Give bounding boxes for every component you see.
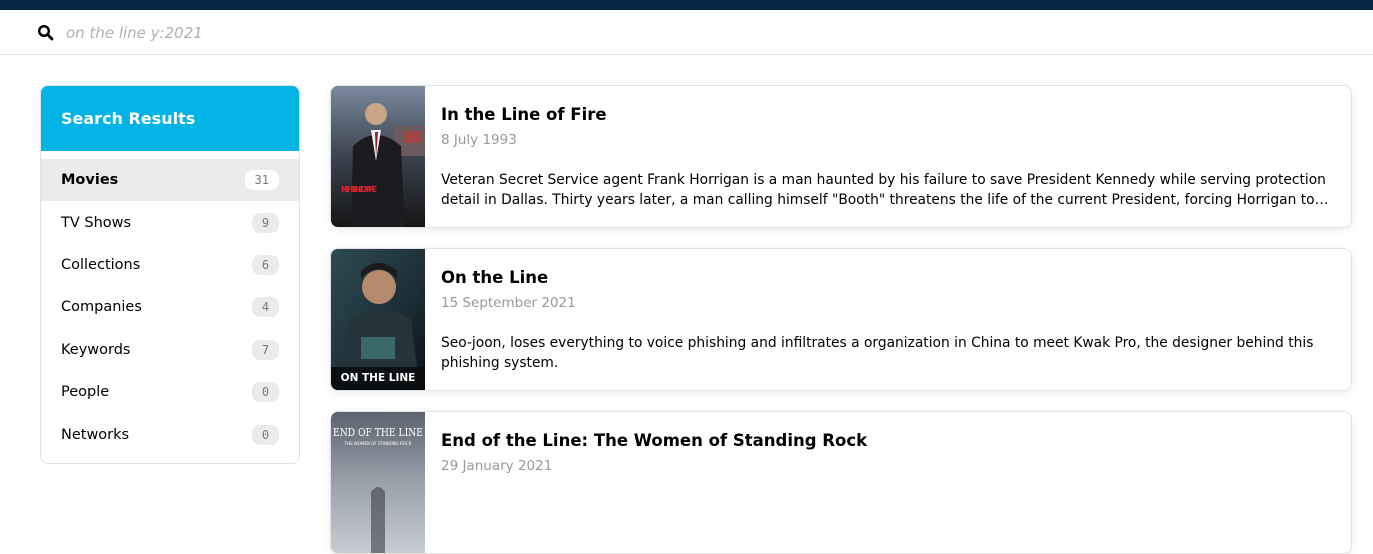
panel-title: Search Results — [41, 86, 299, 151]
sidebar-item-networks[interactable]: Networks 0 — [41, 413, 299, 455]
sidebar-item-keywords[interactable]: Keywords 7 — [41, 329, 299, 371]
count-badge: 7 — [252, 339, 279, 360]
result-release-date: 8 July 1993 — [441, 132, 517, 148]
search-icon[interactable] — [37, 24, 55, 42]
top-nav-bar — [0, 0, 1373, 10]
sidebar-item-label: Keywords — [61, 341, 131, 358]
poster-title-text: ON THE LINE — [341, 372, 416, 384]
result-release-date: 15 September 2021 — [441, 295, 576, 311]
count-badge: 0 — [252, 424, 279, 445]
poster-title-text: IN THE LINE OF FIRE — [341, 185, 377, 194]
sidebar-item-companies[interactable]: Companies 4 — [41, 286, 299, 328]
result-card: IN THE LINE OF FIRE In the Line of Fire … — [330, 85, 1352, 228]
result-card: ON THE LINE On the Line 15 September 202… — [330, 248, 1352, 391]
result-overview: Veteran Secret Service agent Frank Horri… — [441, 172, 1326, 208]
sidebar-item-label: Networks — [61, 426, 130, 443]
result-overview: Seo-joon, loses everything to voice phis… — [441, 335, 1314, 371]
poster-subtitle-text: THE WOMEN OF STANDING ROCK — [344, 441, 412, 446]
result-card: END OF THE LINE THE WOMEN OF STANDING RO… — [330, 411, 1352, 554]
search-results-panel: Search Results Movies 31 TV Shows 9 Coll… — [40, 85, 300, 464]
sidebar-item-collections[interactable]: Collections 6 — [41, 244, 299, 286]
result-title[interactable]: On the Line — [441, 268, 548, 287]
poster-image[interactable]: END OF THE LINE THE WOMEN OF STANDING RO… — [331, 412, 425, 553]
poster-image[interactable]: IN THE LINE OF FIRE — [331, 86, 425, 227]
sidebar-item-movies[interactable]: Movies 31 — [41, 159, 299, 202]
count-badge: 31 — [244, 170, 279, 191]
result-type-list: Movies 31 TV Shows 9 Collections 6 Compa… — [41, 151, 299, 456]
search-input[interactable] — [66, 20, 666, 46]
result-title[interactable]: In the Line of Fire — [441, 105, 607, 124]
sidebar-item-label: Movies — [61, 172, 119, 189]
result-release-date: 29 January 2021 — [441, 458, 553, 474]
poster-title-text: END OF THE LINE — [333, 426, 423, 439]
sidebar-item-label: Companies — [61, 299, 142, 316]
poster-image[interactable]: ON THE LINE — [331, 249, 425, 390]
count-badge: 0 — [252, 382, 279, 403]
sidebar-item-tv-shows[interactable]: TV Shows 9 — [41, 201, 299, 243]
count-badge: 4 — [252, 297, 279, 318]
sidebar-item-people[interactable]: People 0 — [41, 371, 299, 413]
count-badge: 9 — [252, 212, 279, 233]
sidebar-item-label: TV Shows — [61, 214, 132, 231]
result-title[interactable]: End of the Line: The Women of Standing R… — [441, 431, 867, 450]
count-badge: 6 — [252, 254, 279, 275]
sidebar-item-label: People — [61, 384, 110, 401]
search-bar — [0, 10, 1373, 55]
sidebar-item-label: Collections — [61, 256, 141, 273]
